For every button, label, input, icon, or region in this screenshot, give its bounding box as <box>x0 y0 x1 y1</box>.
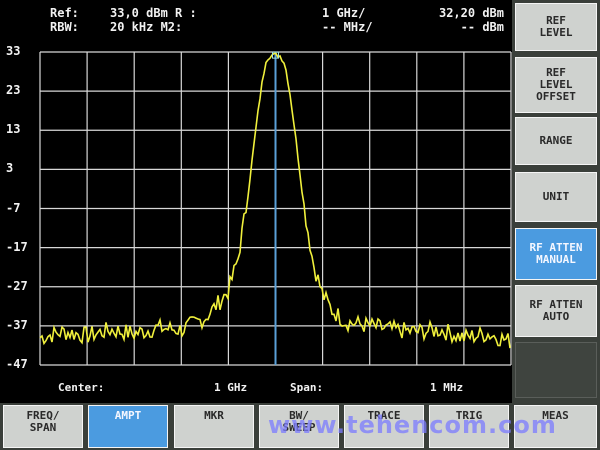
softkey-rf-atten-manual[interactable]: RF ATTEN MANUAL <box>515 228 597 280</box>
softkey-unit[interactable]: UNIT <box>515 172 597 222</box>
y-tick-label: 3 <box>6 161 14 176</box>
menu-mkr[interactable]: MKR <box>174 405 254 448</box>
right-softkey-panel: REF LEVEL REF LEVEL OFFSET RANGE UNIT RF… <box>512 0 600 403</box>
softkey-rf-atten-auto[interactable]: RF ATTEN AUTO <box>515 285 597 337</box>
y-tick-label: -17 <box>6 239 28 254</box>
y-tick-label: -47 <box>6 357 28 371</box>
softkey-ref-level[interactable]: REF LEVEL <box>515 3 597 51</box>
y-tick-label: -37 <box>6 317 28 332</box>
softkey-range[interactable]: RANGE <box>515 117 597 165</box>
center-value: 1 GHz <box>214 381 248 394</box>
y-tick-label: 33 <box>6 44 21 58</box>
y-tick-label: 23 <box>6 83 21 98</box>
menu-freq-span[interactable]: FREQ/ SPAN <box>3 405 83 448</box>
menu-ampt[interactable]: AMPT <box>88 405 168 448</box>
watermark: www.tehencom.com <box>268 411 557 439</box>
span-label: Span: <box>290 381 324 394</box>
softkey-ref-level-offset[interactable]: REF LEVEL OFFSET <box>515 57 597 113</box>
y-tick-label: -7 <box>6 200 21 215</box>
span-value: 1 MHz <box>430 381 464 394</box>
center-label: Center: <box>58 381 105 394</box>
softkey-empty <box>515 342 597 398</box>
y-tick-label: -27 <box>6 278 28 293</box>
analyzer-screen: Ref: 33,0 dBm R : RBW: 20 kHz M2: 1 GHz/… <box>0 0 512 403</box>
spectrum-plot <box>39 51 512 366</box>
y-tick-label: 13 <box>6 122 21 137</box>
